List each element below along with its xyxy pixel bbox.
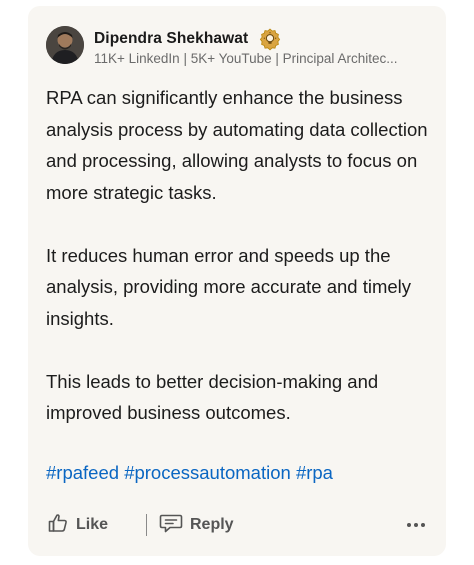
action-divider <box>146 514 147 536</box>
comment-actions: Like Reply <box>46 509 432 541</box>
hashtag-link[interactable]: #rpafeed <box>46 462 119 483</box>
comment-bubble-icon <box>158 511 184 540</box>
comment-paragraph: RPA can significantly enhance the busine… <box>46 87 428 203</box>
comment-card: Dipendra Shekhawat 11K+ LinkedIn | 5K+ Y… <box>28 6 446 556</box>
reply-label: Reply <box>190 516 234 533</box>
more-dot <box>414 523 418 527</box>
reply-button[interactable]: Reply <box>158 509 234 541</box>
comment-paragraph: It reduces human error and speeds up the… <box>46 244 412 329</box>
top-voice-badge-icon <box>258 27 282 51</box>
more-options-icon[interactable] <box>404 515 428 535</box>
avatar[interactable] <box>46 26 84 64</box>
author-headline: 11K+ LinkedIn | 5K+ YouTube | Principal … <box>94 51 398 66</box>
comment-text: RPA can significantly enhance the busine… <box>46 82 438 460</box>
comment-header: Dipendra Shekhawat 11K+ LinkedIn | 5K+ Y… <box>46 26 428 72</box>
hashtag-list: #rpafeed #processautomation #rpa <box>46 457 333 489</box>
more-dot <box>407 523 411 527</box>
like-label: Like <box>76 516 109 533</box>
more-dot <box>421 523 425 527</box>
hashtag-link[interactable]: #processautomation <box>124 462 291 483</box>
like-button[interactable]: Like <box>46 509 108 541</box>
comment-paragraph: This leads to better decision-making and… <box>46 370 379 424</box>
author-name[interactable]: Dipendra Shekhawat <box>94 30 248 48</box>
thumbs-up-icon <box>46 511 70 540</box>
author-name-row: Dipendra Shekhawat <box>94 27 282 51</box>
hashtag-link[interactable]: #rpa <box>296 462 333 483</box>
